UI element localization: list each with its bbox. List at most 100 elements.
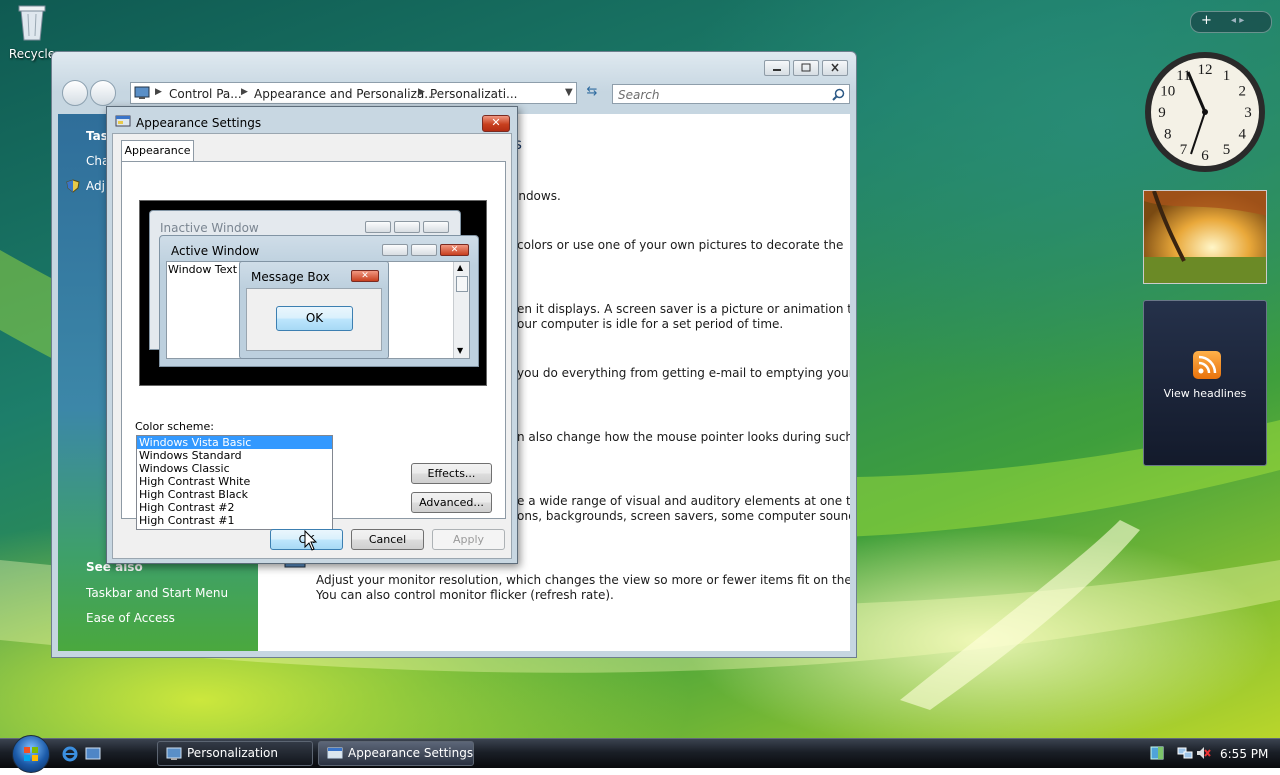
- description-text: Adjust your monitor resolution, which ch…: [316, 573, 850, 587]
- system-clock[interactable]: 6:55 PM: [1220, 747, 1268, 761]
- breadcrumb-personalization[interactable]: Personalizati...: [430, 87, 517, 101]
- appearance-settings-dialog: Appearance Settings ✕ Appearance Inactiv…: [106, 106, 518, 564]
- window-caption-buttons: [764, 60, 848, 76]
- list-item[interactable]: High Contrast #1: [137, 514, 332, 527]
- volume-muted-icon[interactable]: [1195, 745, 1211, 761]
- description-text: e a wide range of visual and auditory el…: [517, 494, 850, 508]
- refresh-icon[interactable]: ⇆: [582, 84, 602, 102]
- task-link-adjust[interactable]: Adj: [86, 179, 105, 193]
- clock-numeral: 9: [1158, 105, 1166, 121]
- taskbar-item-personalization[interactable]: Personalization: [157, 741, 313, 766]
- internet-explorer-icon[interactable]: [62, 746, 78, 762]
- tab-appearance[interactable]: Appearance: [121, 140, 194, 161]
- sidebar-icon[interactable]: [1149, 745, 1165, 761]
- description-text: ons, backgrounds, screen savers, some co…: [517, 509, 850, 523]
- preview-close-button: ✕: [440, 244, 469, 256]
- dialog-body: Appearance Inactive Window Active Window: [112, 133, 512, 559]
- search-input[interactable]: Search: [612, 84, 850, 104]
- clock-numeral: 1: [1223, 68, 1231, 84]
- taskbar-item-label: Appearance Settings: [348, 746, 474, 760]
- taskbar-item-appearance-settings[interactable]: Appearance Settings: [318, 741, 474, 766]
- dialog-title: Appearance Settings: [136, 116, 262, 130]
- maximize-button[interactable]: [793, 60, 819, 76]
- slideshow-gadget[interactable]: [1143, 190, 1267, 284]
- ease-of-access-link[interactable]: Ease of Access: [86, 611, 175, 625]
- desktop: Recycle + ◂ ▸ 121234567891011: [0, 0, 1280, 738]
- clock-numeral: 10: [1160, 84, 1175, 100]
- clock-numeral: 5: [1223, 142, 1231, 158]
- chevron-right-icon: ▶: [155, 87, 162, 97]
- list-item[interactable]: Windows Classic: [137, 462, 332, 475]
- recycle-bin[interactable]: Recycle: [6, 2, 58, 61]
- preview-scrollbar: ▲ ▼: [453, 262, 469, 358]
- appearance-icon: [115, 115, 131, 127]
- forward-button[interactable]: [90, 80, 116, 106]
- color-scheme-list[interactable]: Windows Vista Basic Windows Standard Win…: [136, 435, 333, 530]
- sidebar-add-button[interactable]: +: [1201, 13, 1212, 28]
- list-item-selected[interactable]: Windows Vista Basic: [137, 436, 332, 449]
- tasks-header: Tas: [86, 129, 108, 143]
- clock-numeral: 3: [1244, 105, 1252, 121]
- clock-numeral: 12: [1198, 62, 1213, 78]
- preview-message-title: Message Box: [251, 270, 330, 284]
- close-button[interactable]: [822, 60, 848, 76]
- windows-logo-icon: [24, 747, 38, 761]
- control-panel-icon: [134, 86, 150, 99]
- rss-icon: [1193, 351, 1221, 379]
- preview-message-box: Message Box ✕ OK: [239, 261, 389, 359]
- description-text: you do everything from getting e-mail to…: [517, 366, 850, 380]
- network-icon[interactable]: [1177, 745, 1193, 761]
- advanced-button[interactable]: Advanced...: [411, 492, 492, 513]
- description-text: n also change how the mouse pointer look…: [517, 430, 850, 444]
- clock-numeral: 6: [1201, 148, 1209, 164]
- description-text: en it displays. A screen saver is a pict…: [517, 302, 850, 316]
- dialog-close-button[interactable]: ✕: [482, 115, 510, 132]
- chevron-right-icon: ▶: [241, 87, 248, 97]
- list-item[interactable]: High Contrast #2: [137, 501, 332, 514]
- address-bar[interactable]: ▶ Control Pa... ▶ Appearance and Persona…: [130, 82, 577, 104]
- preview-window-text: Window Text: [168, 263, 238, 276]
- chevron-right-icon: ▶: [418, 87, 425, 97]
- breadcrumb-control-panel[interactable]: Control Pa...: [169, 87, 242, 101]
- preview-minimize-button: [365, 221, 391, 233]
- mouse-pointer-icon: [304, 530, 318, 551]
- list-item[interactable]: High Contrast White: [137, 475, 332, 488]
- view-headlines-link[interactable]: View headlines: [1144, 387, 1266, 400]
- preview-active-title: Active Window: [171, 244, 260, 258]
- uac-shield-icon: [66, 179, 80, 193]
- taskbar-start-menu-link[interactable]: Taskbar and Start Menu: [86, 586, 228, 600]
- preview-ok-button: OK: [276, 306, 353, 331]
- color-scheme-label: Color scheme:: [135, 420, 214, 433]
- list-item[interactable]: High Contrast Black: [137, 488, 332, 501]
- description-text: our computer is idle for a set period of…: [517, 317, 784, 331]
- taskbar: Personalization Appearance Settings 6:55…: [0, 735, 1280, 773]
- appearance-tab-panel: Inactive Window Active Window ✕ Window T…: [121, 161, 506, 530]
- preview-maximize-button: [394, 221, 420, 233]
- clock-numeral: 7: [1180, 142, 1188, 158]
- effects-button[interactable]: Effects...: [411, 463, 492, 484]
- clock-gadget[interactable]: 12 1234567891011: [1143, 50, 1267, 174]
- clock-numeral: 4: [1238, 127, 1246, 143]
- feed-headlines-gadget[interactable]: View headlines: [1143, 300, 1267, 466]
- chevron-down-icon[interactable]: ▼: [565, 87, 573, 98]
- minimize-button[interactable]: [764, 60, 790, 76]
- description-text: indows.: [515, 189, 561, 203]
- apply-button[interactable]: Apply: [432, 529, 505, 550]
- search-placeholder: Search: [618, 88, 660, 102]
- preview-close-button: [423, 221, 449, 233]
- recycle-bin-icon: [18, 5, 46, 41]
- autumn-photo: [1144, 191, 1266, 283]
- back-button[interactable]: [62, 80, 88, 106]
- preview-minimize-button: [382, 244, 408, 256]
- preview-maximize-button: [411, 244, 437, 256]
- start-button[interactable]: [12, 735, 50, 773]
- preview-message-close: ✕: [351, 270, 379, 282]
- breadcrumb-appearance[interactable]: Appearance and Personaliza...: [254, 87, 436, 101]
- appearance-icon: [327, 747, 343, 759]
- list-item[interactable]: Windows Standard: [137, 449, 332, 462]
- show-desktop-icon[interactable]: [85, 746, 101, 762]
- clock-numeral: 2: [1238, 84, 1246, 100]
- cancel-button[interactable]: Cancel: [351, 529, 424, 550]
- search-icon[interactable]: [832, 88, 845, 101]
- sidebar-nav-buttons[interactable]: ◂ ▸: [1231, 15, 1244, 26]
